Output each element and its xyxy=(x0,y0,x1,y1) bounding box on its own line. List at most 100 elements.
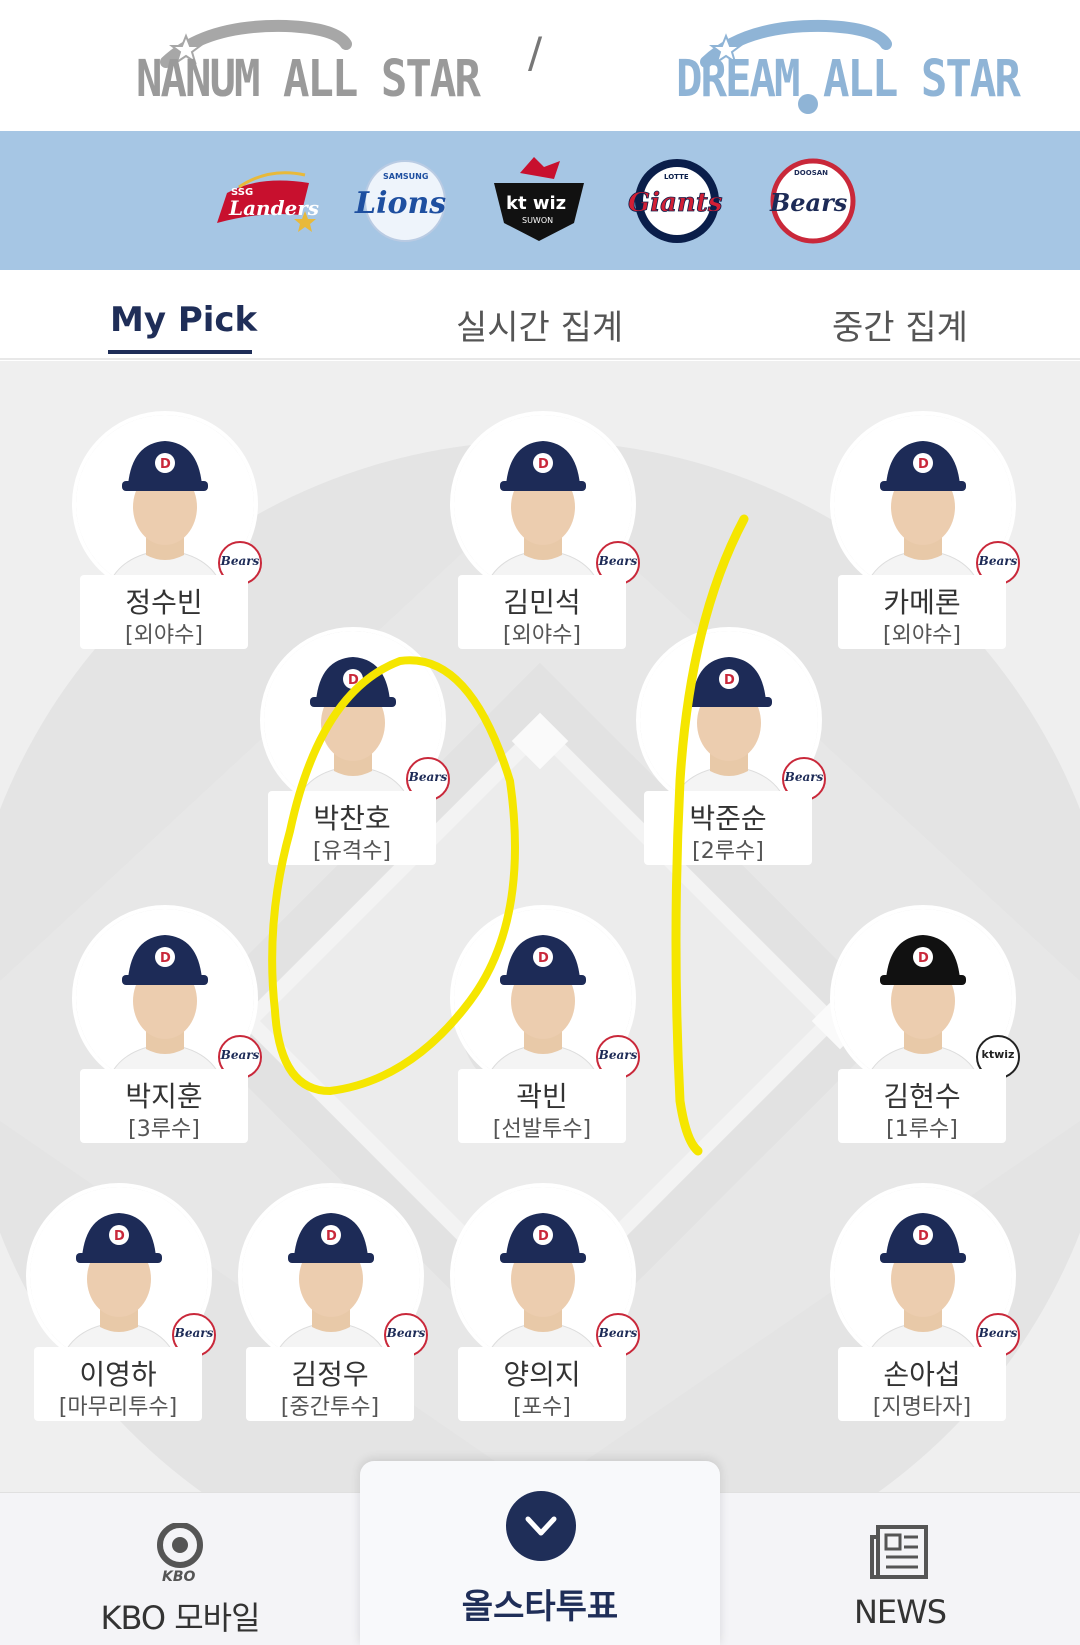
tab-realtime-count[interactable]: 실시간 집계 xyxy=(456,300,623,349)
svg-text:D: D xyxy=(918,457,929,472)
lotte-logo-text: Giants xyxy=(628,188,723,218)
player-card[interactable]: D Bears 양의지 [포수] xyxy=(450,1183,640,1433)
player-name-card: 카메론 [외야수] xyxy=(838,575,1006,649)
svg-text:D: D xyxy=(348,673,359,688)
player-position: [포수] xyxy=(513,1395,571,1420)
doosan-logo-text: Bears xyxy=(769,188,848,217)
player-name-card: 이영하 [마무리투수] xyxy=(34,1347,202,1421)
lotte-small-text: LOTTE xyxy=(664,173,689,181)
team-badge-text: Bears xyxy=(386,1326,426,1340)
player-name: 박준순 xyxy=(689,802,767,835)
player-name-card: 양의지 [포수] xyxy=(458,1347,626,1421)
player-name-card: 김현수 [1루수] xyxy=(838,1069,1006,1143)
vote-circle-button[interactable] xyxy=(506,1491,576,1561)
team-badge-text: Bears xyxy=(598,1048,638,1062)
team-badge-text: Bears xyxy=(598,554,638,568)
team-badge-text: Bears xyxy=(220,1048,260,1062)
player-position: [외야수] xyxy=(883,623,961,648)
nanum-allstar-logo[interactable]: NANUM ALL STAR xyxy=(136,14,481,114)
player-name: 손아섭 xyxy=(883,1358,961,1391)
player-card[interactable]: D Bears 카메론 [외야수] xyxy=(830,411,1020,661)
player-name: 이영하 xyxy=(79,1358,157,1391)
svg-text:D: D xyxy=(538,951,549,966)
player-card[interactable]: D Bears 곽빈 [선발투수] xyxy=(450,905,640,1155)
player-card[interactable]: Dktwiz 김현수 [1루수] xyxy=(830,905,1020,1155)
team-badge-text: Bears xyxy=(784,770,824,784)
player-name: 김정우 xyxy=(291,1358,369,1391)
player-card[interactable]: D Bears 박준순 [2루수] xyxy=(636,627,826,877)
player-name: 박찬호 xyxy=(313,802,391,835)
team-logo-ssg[interactable]: SSG Landers xyxy=(209,153,319,249)
nav-news-label: NEWS xyxy=(853,1593,947,1631)
samsung-small-text: SAMSUNG xyxy=(383,172,428,181)
player-name-card: 정수빈 [외야수] xyxy=(80,575,248,649)
doosan-bears-logo-icon: DOOSAN Bears xyxy=(769,158,856,244)
nav-news[interactable]: NEWS xyxy=(780,1493,1020,1645)
svg-text:D: D xyxy=(538,1229,549,1244)
svg-text:D: D xyxy=(918,951,929,966)
player-name-card: 박준순 [2루수] xyxy=(644,791,812,865)
svg-text:D: D xyxy=(114,1229,125,1244)
player-name-card: 박찬호 [유격수] xyxy=(268,791,436,865)
team-logo-lotte[interactable]: LOTTE Giants xyxy=(622,153,732,249)
league-separator: / xyxy=(528,28,543,77)
player-card[interactable]: D Bears 정수빈 [외야수] xyxy=(72,411,262,661)
team-badge-text: ktwiz xyxy=(981,1048,1015,1061)
player-position: [유격수] xyxy=(313,839,391,864)
svg-text:D: D xyxy=(160,457,171,472)
nav-kbo-mobile[interactable]: KBO KBO 모바일 xyxy=(60,1493,300,1645)
tab-bar: My Pick 실시간 집계 중간 집계 xyxy=(0,270,1080,360)
bottom-navigation: KBO KBO 모바일 올스타투표 NEWS xyxy=(0,1461,1080,1645)
samsung-lions-logo-icon: SAMSUNG Lions xyxy=(354,160,446,242)
player-position: [중간투수] xyxy=(280,1395,380,1420)
player-card[interactable]: D Bears 박지훈 [3루수] xyxy=(72,905,262,1155)
svg-text:D: D xyxy=(538,457,549,472)
player-card[interactable]: D Bears 이영하 [마무리투수] xyxy=(26,1183,216,1433)
team-logo-strip: SSG Landers SAMSUNG Lions kt wiz SUWON L… xyxy=(0,131,1080,270)
team-badge-text: Bears xyxy=(978,554,1018,568)
svg-text:D: D xyxy=(326,1229,337,1244)
player-name: 김현수 xyxy=(883,1080,961,1113)
chevron-down-icon xyxy=(525,1516,557,1536)
team-badge-text: Bears xyxy=(598,1326,638,1340)
kt-logo-text: kt wiz xyxy=(506,193,566,214)
svg-text:D: D xyxy=(918,1229,929,1244)
player-name-card: 곽빈 [선발투수] xyxy=(458,1069,626,1143)
player-name-card: 김민석 [외야수] xyxy=(458,575,626,649)
tab-interim-count[interactable]: 중간 집계 xyxy=(832,300,968,349)
ssg-landers-logo-icon: SSG Landers xyxy=(217,171,319,232)
player-position: [선발투수] xyxy=(492,1117,592,1142)
team-logo-samsung[interactable]: SAMSUNG Lions xyxy=(349,153,459,249)
player-card[interactable]: D Bears 박찬호 [유격수] xyxy=(260,627,450,877)
allstar-vote-app: NANUM ALL STAR / DREAM ALL STAR SSG Land… xyxy=(0,0,1080,1645)
team-logo-kt[interactable]: kt wiz SUWON xyxy=(484,153,594,249)
nav-allstar-vote[interactable]: 올스타투표 xyxy=(360,1461,720,1645)
tab-my-pick[interactable]: My Pick xyxy=(110,300,257,340)
league-header: NANUM ALL STAR / DREAM ALL STAR xyxy=(0,0,1080,131)
svg-text:D: D xyxy=(724,673,735,688)
player-name: 양의지 xyxy=(503,1358,581,1391)
player-position: [1루수] xyxy=(886,1117,958,1142)
player-position: [2루수] xyxy=(692,839,764,864)
kt-wiz-logo-icon: kt wiz SUWON xyxy=(494,157,584,241)
player-name-card: 박지훈 [3루수] xyxy=(80,1069,248,1143)
samsung-logo-text: Lions xyxy=(354,186,446,221)
player-card[interactable]: D Bears 김정우 [중간투수] xyxy=(238,1183,428,1433)
selected-league-dot xyxy=(798,94,818,114)
player-position: [외야수] xyxy=(125,623,203,648)
ssg-logo-text: Landers xyxy=(228,196,319,220)
player-position: [3루수] xyxy=(128,1117,200,1142)
team-logo-doosan[interactable]: DOOSAN Bears xyxy=(758,153,868,249)
lotte-giants-logo-icon: LOTTE Giants xyxy=(628,159,723,243)
player-name: 김민석 xyxy=(503,586,581,619)
player-name: 곽빈 xyxy=(516,1080,568,1113)
nav-kbo-label: KBO 모바일 xyxy=(100,1599,260,1637)
player-card[interactable]: D Bears 김민석 [외야수] xyxy=(450,411,640,661)
player-card[interactable]: D Bears 손아섭 [지명타자] xyxy=(830,1183,1020,1433)
dream-allstar-logo[interactable]: DREAM ALL STAR xyxy=(676,14,1021,114)
team-badge-text: Bears xyxy=(174,1326,214,1340)
player-position: [외야수] xyxy=(503,623,581,648)
player-position: [지명타자] xyxy=(872,1395,972,1420)
player-position: [마무리투수] xyxy=(58,1395,178,1420)
baseball-field: D Bears 정수빈 [외야수] D Bears 김민석 [외야수] D Bears 카메론 [외야… xyxy=(0,361,1080,1492)
